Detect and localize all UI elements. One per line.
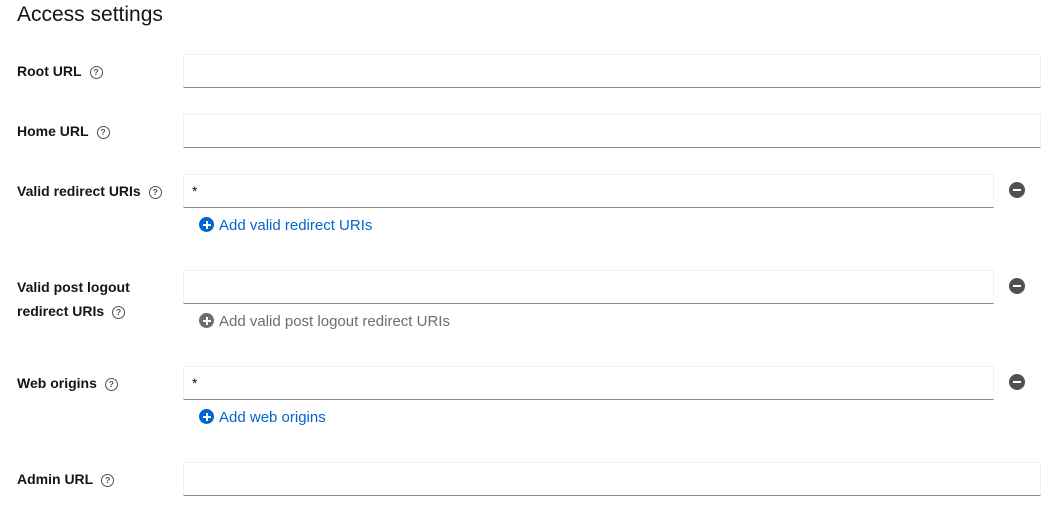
valid-redirect-uris-label-text: Valid redirect URIs xyxy=(17,183,141,199)
plus-circle-icon xyxy=(199,217,214,232)
help-icon[interactable]: ? xyxy=(89,66,103,79)
remove-redirect-uri-icon[interactable] xyxy=(1009,182,1025,198)
help-icon[interactable]: ? xyxy=(112,306,126,319)
web-origins-label: Web origins? xyxy=(17,371,167,395)
home-url-label: Home URL? xyxy=(17,119,167,143)
access-settings-page: Access settings Root URL? Home URL? Vali… xyxy=(0,0,1060,510)
add-web-origins-button[interactable]: Add web origins xyxy=(199,408,326,428)
help-icon[interactable]: ? xyxy=(104,378,118,391)
admin-url-input[interactable] xyxy=(183,462,1041,496)
valid-post-logout-label-line2: redirect URIs xyxy=(17,303,105,319)
plus-circle-icon xyxy=(199,409,214,424)
root-url-label: Root URL? xyxy=(17,59,167,83)
add-valid-post-logout-redirect-uris-button[interactable]: Add valid post logout redirect URIs xyxy=(199,312,450,332)
admin-url-label: Admin URL? xyxy=(17,467,167,491)
add-valid-post-logout-label: Add valid post logout redirect URIs xyxy=(219,313,450,330)
help-icon[interactable]: ? xyxy=(96,126,110,139)
add-valid-redirect-uris-label: Add valid redirect URIs xyxy=(219,217,373,234)
valid-redirect-uri-input[interactable] xyxy=(183,174,994,208)
remove-post-logout-uri-icon[interactable] xyxy=(1009,278,1025,294)
help-icon[interactable]: ? xyxy=(101,474,115,487)
valid-post-logout-label: Valid post logout redirect URIs? xyxy=(17,275,167,323)
add-web-origins-label: Add web origins xyxy=(219,409,326,426)
root-url-label-text: Root URL xyxy=(17,63,82,79)
web-origins-label-text: Web origins xyxy=(17,375,97,391)
plus-circle-icon xyxy=(199,313,214,328)
home-url-input[interactable] xyxy=(183,114,1041,148)
add-valid-redirect-uris-button[interactable]: Add valid redirect URIs xyxy=(199,216,372,236)
valid-redirect-uris-label: Valid redirect URIs? xyxy=(17,179,167,203)
root-url-input[interactable] xyxy=(183,54,1041,88)
valid-post-logout-uri-input[interactable] xyxy=(183,270,994,304)
admin-url-label-text: Admin URL xyxy=(17,471,94,487)
section-title: Access settings xyxy=(17,3,163,26)
home-url-label-text: Home URL xyxy=(17,123,89,139)
valid-post-logout-label-line1: Valid post logout xyxy=(17,279,130,295)
remove-web-origin-icon[interactable] xyxy=(1009,374,1025,390)
web-origin-input[interactable] xyxy=(183,366,994,400)
help-icon[interactable]: ? xyxy=(148,186,162,199)
